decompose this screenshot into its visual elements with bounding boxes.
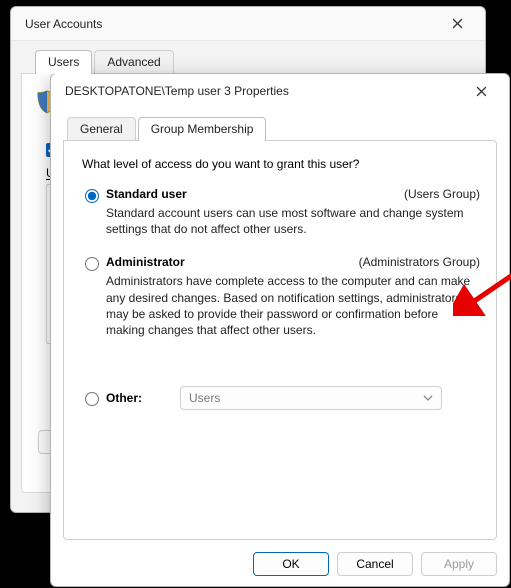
apply-button[interactable]: Apply — [421, 552, 497, 576]
close-icon — [476, 86, 487, 97]
other-group-dropdown[interactable]: Users — [180, 386, 442, 410]
tab-advanced[interactable]: Advanced — [94, 50, 173, 74]
radio-administrator[interactable] — [85, 257, 99, 271]
dropdown-value: Users — [189, 391, 220, 405]
option-description: Standard account users can use most soft… — [106, 205, 480, 237]
chevron-down-icon — [423, 393, 433, 403]
window-title: User Accounts — [25, 17, 102, 31]
tabstrip: General Group Membership — [51, 108, 509, 140]
titlebar: DESKTOPATONE\Temp user 3 Properties — [51, 74, 509, 108]
tab-general[interactable]: General — [67, 117, 136, 141]
option-group-hint: (Users Group) — [404, 187, 480, 201]
cancel-button[interactable]: Cancel — [337, 552, 413, 576]
tab-group-membership[interactable]: Group Membership — [138, 117, 267, 141]
option-standard-user: Standard user (Users Group) Standard acc… — [80, 187, 480, 251]
user-properties-window: DESKTOPATONE\Temp user 3 Properties Gene… — [50, 73, 510, 587]
dialog-buttons: OK Cancel Apply — [253, 552, 497, 576]
option-label: Standard user — [106, 187, 400, 201]
option-label: Other: — [106, 391, 176, 405]
close-icon — [452, 18, 463, 29]
tabstrip: Users Advanced — [21, 41, 475, 73]
close-button[interactable] — [465, 79, 497, 103]
access-level-question: What level of access do you want to gran… — [82, 157, 480, 171]
close-button[interactable] — [441, 12, 473, 36]
titlebar: User Accounts — [11, 7, 485, 41]
tab-panel-group-membership: What level of access do you want to gran… — [63, 140, 497, 540]
option-group-hint: (Administrators Group) — [359, 255, 480, 269]
radio-standard-user[interactable] — [85, 189, 99, 203]
radio-other[interactable] — [85, 392, 99, 406]
window-title: DESKTOPATONE\Temp user 3 Properties — [65, 84, 289, 98]
option-administrator: Administrator (Administrators Group) Adm… — [80, 255, 480, 352]
option-other: Other: Users — [80, 386, 480, 410]
option-description: Administrators have complete access to t… — [106, 273, 480, 338]
ok-button[interactable]: OK — [253, 552, 329, 576]
option-label: Administrator — [106, 255, 355, 269]
tab-users[interactable]: Users — [35, 50, 92, 74]
